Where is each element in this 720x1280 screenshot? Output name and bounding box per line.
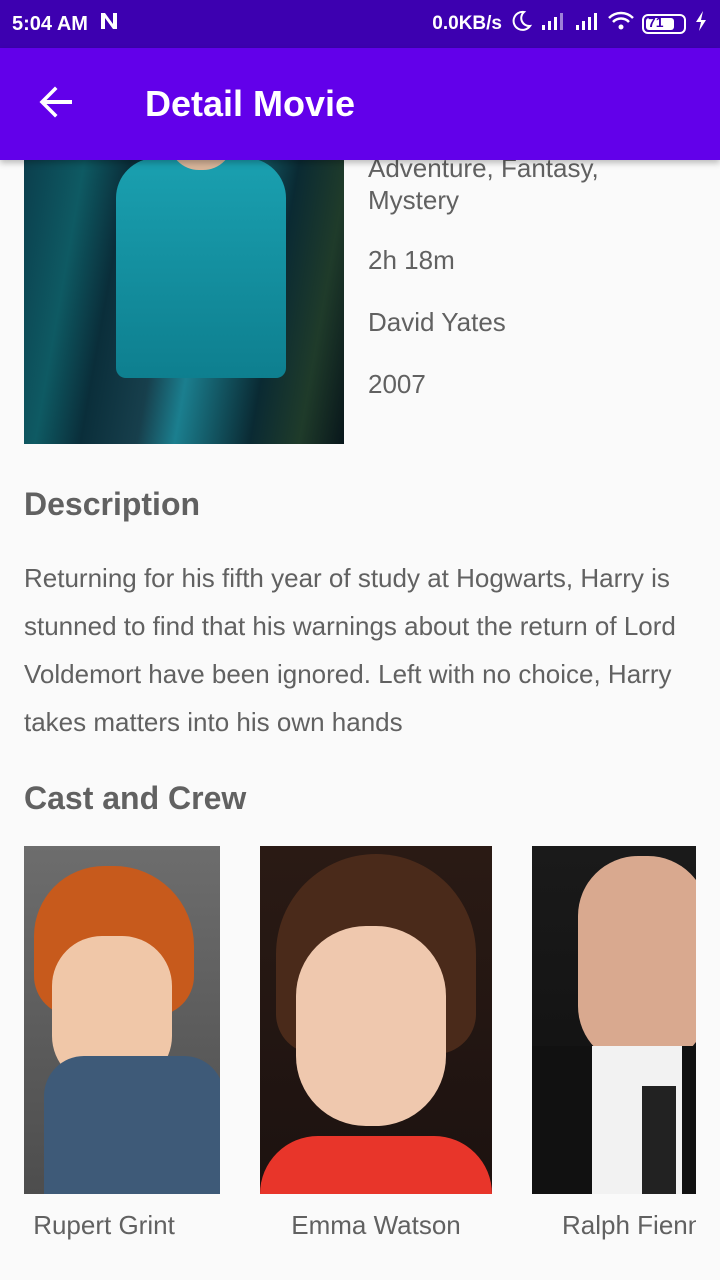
description-title: Description <box>24 486 201 522</box>
network-speed: 0.0KB/s <box>432 13 502 34</box>
status-time: 5:04 AM <box>12 12 88 35</box>
moon-icon <box>510 10 533 38</box>
movie-director: David Yates <box>368 307 506 337</box>
app-bar: Detail Movie <box>0 48 720 160</box>
description-text: Returning for his fifth year of study at… <box>24 563 676 737</box>
cast-name: Emma Watson <box>291 1210 461 1240</box>
wifi-icon <box>608 11 634 37</box>
signal-icon <box>540 11 566 37</box>
movie-year: 2007 <box>368 369 426 399</box>
movie-poster <box>24 160 344 444</box>
charging-icon <box>694 10 708 38</box>
cast-list[interactable]: Rupert Grint Emma Watson Ralph Fiennes <box>0 846 720 1246</box>
cast-photo <box>24 846 220 1194</box>
back-button[interactable] <box>0 48 112 160</box>
cast-photo <box>532 846 696 1194</box>
movie-info: Adventure, Fantasy, Mystery 2h 18m David… <box>368 160 688 402</box>
movie-detail-content[interactable]: Adventure, Fantasy, Mystery 2h 18m David… <box>0 160 720 1280</box>
cast-title: Cast and Crew <box>24 780 247 816</box>
movie-runtime: 2h 18m <box>368 245 455 275</box>
notification-n-icon <box>98 10 120 38</box>
cast-photo <box>260 846 492 1194</box>
status-bar: 5:04 AM 0.0KB/s 71 <box>0 0 720 48</box>
signal-icon <box>574 11 600 37</box>
battery-icon: 71 <box>642 14 686 34</box>
battery-level: 71 <box>648 14 664 30</box>
page-title: Detail Movie <box>145 83 356 124</box>
movie-genre: Adventure, Fantasy, Mystery <box>368 160 599 215</box>
cast-name: Rupert Grint <box>33 1210 175 1240</box>
arrow-left-icon <box>38 84 74 125</box>
cast-name: Ralph Fiennes <box>562 1210 696 1240</box>
